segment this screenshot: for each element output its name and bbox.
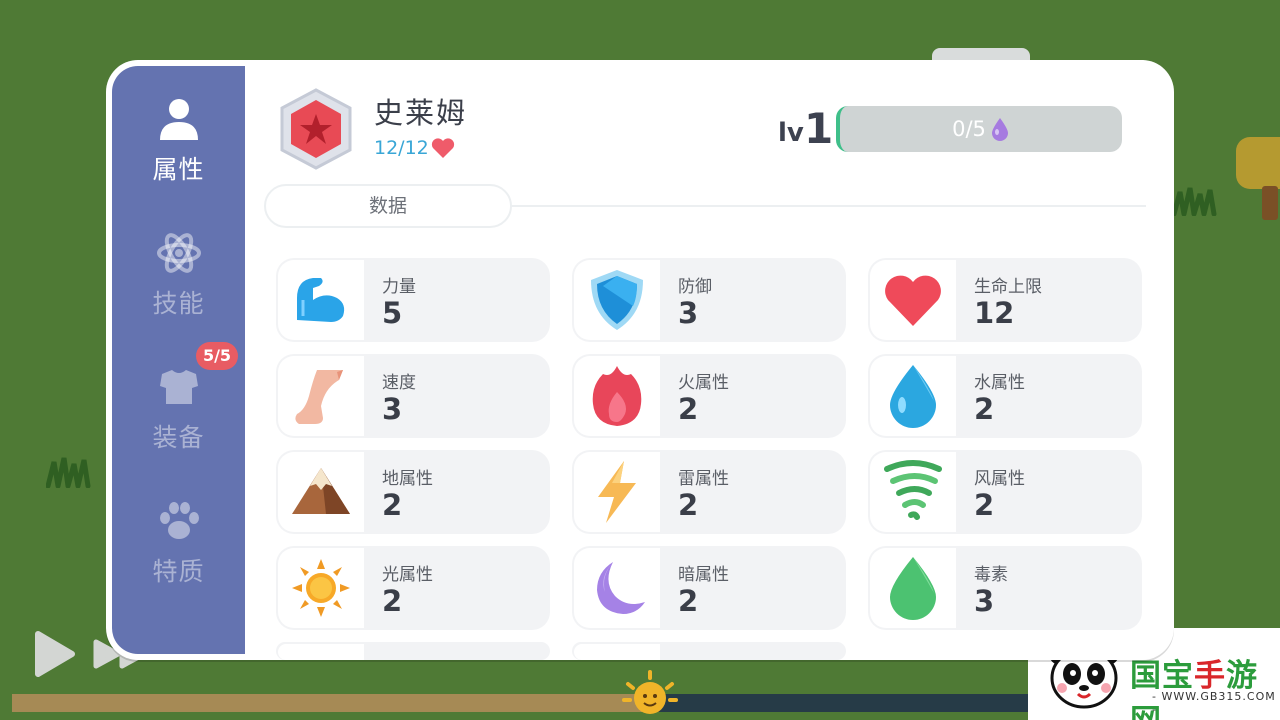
stat-value: 2	[974, 488, 995, 522]
stat-value: 2	[974, 392, 995, 426]
mountain-icon	[292, 468, 350, 514]
atom-icon	[157, 233, 201, 273]
water-drop-icon	[890, 365, 936, 428]
paw-icon	[160, 502, 199, 539]
armor-icon	[160, 370, 198, 404]
play-icon[interactable]	[34, 630, 76, 678]
stat-value: 3	[974, 584, 995, 618]
stat-card-defense: 防御 3	[572, 258, 846, 342]
watermark-url: - WWW.GB315.COM -	[1152, 690, 1276, 716]
stat-card-max-hp: 生命上限 12	[868, 258, 1142, 342]
sun-mascot-icon	[622, 670, 678, 714]
stat-label: 暗属性	[678, 565, 729, 585]
tab-data[interactable]: 数据	[264, 184, 512, 228]
stat-label: 速度	[382, 373, 416, 393]
sidebar-item-label: 装备	[152, 423, 205, 452]
purple-drop-icon	[991, 118, 1008, 141]
sidebar-item-skills[interactable]: 技能	[112, 230, 245, 340]
level-prefix: lv	[778, 118, 804, 148]
fire-icon	[592, 366, 642, 426]
stat-card-speed: 速度 3	[276, 354, 550, 438]
stat-value: 12	[974, 296, 1015, 330]
sidebar-item-equipment[interactable]: 装备	[112, 364, 245, 474]
level-value: 1	[804, 104, 834, 153]
hp-value: 12/12	[374, 137, 429, 159]
sidebar-item-traits[interactable]: 特质	[112, 498, 245, 608]
heart-icon	[431, 138, 454, 158]
person-icon	[160, 99, 198, 140]
xp-value: 0/5	[952, 117, 986, 141]
stat-label: 水属性	[974, 373, 1025, 393]
character-name: 史莱姆	[374, 96, 468, 130]
stat-card-wind: 风属性 2	[868, 450, 1142, 534]
grass-icon	[1172, 187, 1217, 216]
stat-label: 火属性	[678, 373, 729, 393]
stat-card-fire: 火属性 2	[572, 354, 846, 438]
stat-value: 2	[678, 584, 699, 618]
sidebar-item-label: 技能	[152, 289, 205, 318]
stat-card-partial	[276, 642, 550, 660]
stat-label: 地属性	[382, 469, 433, 489]
xp-progress-bar: 0/5	[836, 106, 1122, 152]
stat-label: 力量	[382, 277, 416, 297]
moon-icon	[597, 562, 645, 614]
sun-icon	[292, 559, 350, 617]
foot-icon	[295, 370, 343, 424]
stat-value: 2	[678, 392, 699, 426]
stat-card-poison: 毒素 3	[868, 546, 1142, 630]
grass-icon	[46, 457, 91, 488]
tree-icon	[1236, 137, 1280, 189]
stat-card-earth: 地属性 2	[276, 450, 550, 534]
character-emblem-icon	[280, 88, 352, 170]
stat-label: 光属性	[382, 565, 433, 585]
stat-label: 防御	[678, 277, 712, 297]
lightning-icon	[598, 461, 636, 523]
stat-label: 生命上限	[974, 277, 1042, 297]
stat-card-partial	[572, 642, 846, 660]
stat-value: 3	[678, 296, 699, 330]
stat-label: 雷属性	[678, 469, 729, 489]
stat-card-dark: 暗属性 2	[572, 546, 846, 630]
stat-value: 3	[382, 392, 403, 426]
stat-label: 毒素	[974, 565, 1008, 585]
stat-card-thunder: 雷属性 2	[572, 450, 846, 534]
muscle-icon	[297, 278, 345, 322]
stat-value: 2	[678, 488, 699, 522]
sidebar-item-label: 特质	[152, 557, 205, 586]
equipment-count-badge: 5/5	[196, 342, 238, 370]
tab-divider	[510, 205, 1146, 207]
tree-trunk	[1262, 186, 1278, 220]
stat-label: 风属性	[974, 469, 1025, 489]
stat-card-light: 光属性 2	[276, 546, 550, 630]
heart-icon	[885, 275, 941, 326]
character-hp: 12/12	[374, 137, 455, 159]
stat-value: 2	[382, 488, 403, 522]
sidebar-item-attributes[interactable]: 属性	[112, 96, 245, 206]
stat-value: 5	[382, 296, 403, 330]
stat-card-strength: 力量 5	[276, 258, 550, 342]
tornado-icon	[884, 460, 942, 520]
poison-drop-icon	[890, 557, 936, 620]
stat-card-water: 水属性 2	[868, 354, 1142, 438]
shield-icon	[591, 270, 643, 330]
stat-value: 2	[382, 584, 403, 618]
sidebar-item-label: 属性	[152, 155, 205, 184]
